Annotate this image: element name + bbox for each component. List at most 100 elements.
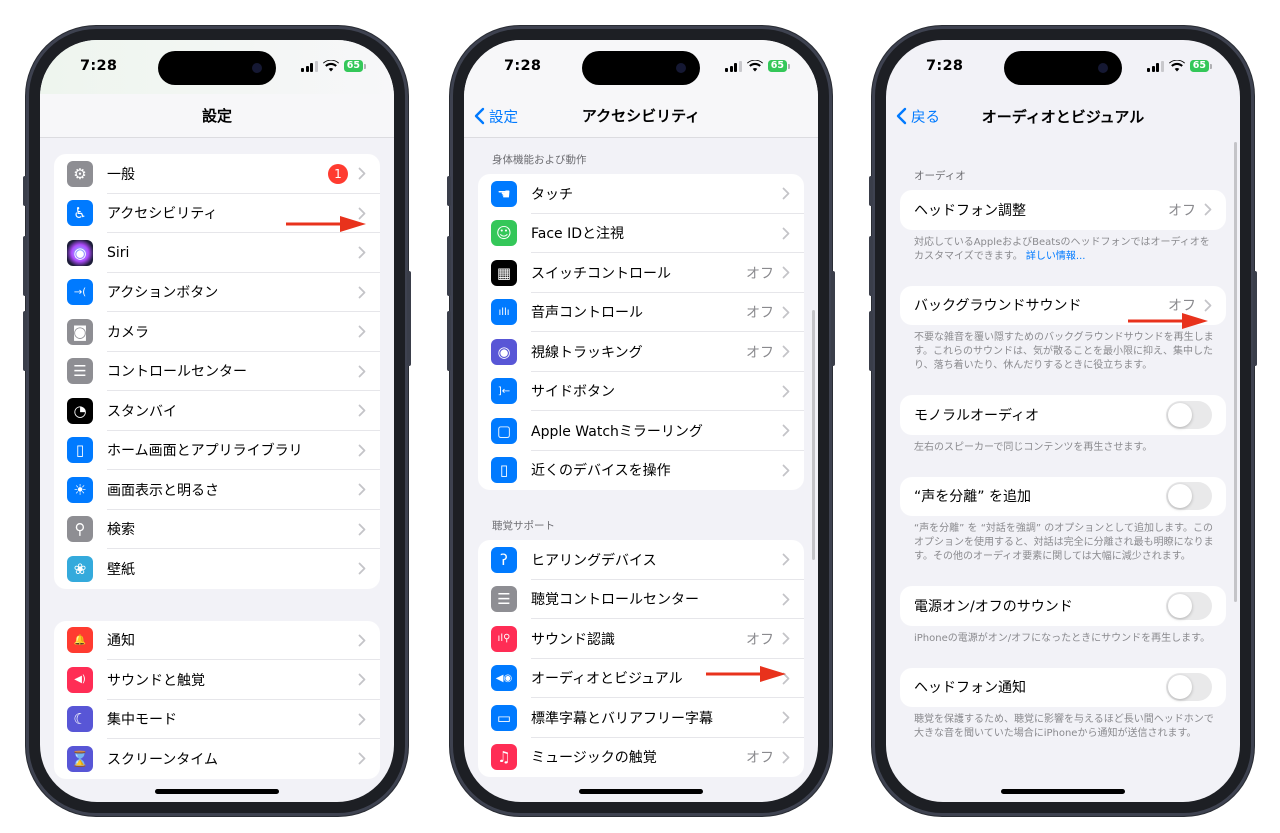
chevron-right-icon bbox=[358, 444, 366, 457]
item-label: サウンドと触覚 bbox=[107, 672, 205, 689]
list-item[interactable]: ☺ Face IDと注視 bbox=[478, 214, 804, 253]
list-item[interactable]: ◔ スタンバイ bbox=[54, 391, 380, 431]
item-label: ヒアリングデバイス bbox=[531, 552, 657, 569]
status-icons: 65 bbox=[1147, 60, 1212, 72]
list-item[interactable]: ☰ コントロールセンター bbox=[54, 352, 380, 391]
list-item[interactable]: ⌛ スクリーンタイム bbox=[54, 739, 380, 779]
status-bar: 7:28 65 bbox=[886, 40, 1240, 96]
toggle-row[interactable]: 電源オン/オフのサウンド bbox=[900, 586, 1226, 626]
list-item[interactable]: ◀) サウンドと触覚 bbox=[54, 660, 380, 700]
item-label: Face IDと注視 bbox=[531, 226, 625, 243]
item-label: ヘッドフォン調整 bbox=[914, 202, 1026, 219]
list-item[interactable]: ▯ ホーム画面とアプリライブラリ bbox=[54, 431, 380, 470]
toggle-switch[interactable] bbox=[1166, 400, 1212, 429]
back-button[interactable]: 設定 bbox=[474, 94, 518, 138]
list-item[interactable]: ◙ カメラ bbox=[54, 312, 380, 352]
item-label: スイッチコントロール bbox=[531, 265, 671, 282]
list-item[interactable]: ⚙ 一般 1 bbox=[54, 154, 380, 194]
item-label: Siri bbox=[107, 244, 130, 261]
item-label: 標準字幕とバリアフリー字幕 bbox=[531, 710, 713, 727]
toggle-row[interactable]: モノラルオーディオ bbox=[900, 395, 1226, 435]
camera-icon: ◙ bbox=[67, 318, 93, 345]
list-item[interactable]: ⚲ 検索 bbox=[54, 510, 380, 549]
chevron-right-icon bbox=[782, 711, 790, 724]
wifi-icon bbox=[1168, 60, 1185, 72]
chevron-right-icon bbox=[782, 227, 790, 240]
toggle-switch[interactable] bbox=[1166, 482, 1212, 511]
accessibility-list[interactable]: 身体機能および動作 ☚ タッチ ☺ Face IDと注視 ▦ スイッチコントロール オフ ıl… bbox=[464, 138, 818, 802]
chevron-left-icon bbox=[896, 107, 907, 125]
page-title: オーディオとビジュアル bbox=[981, 107, 1145, 126]
list-item[interactable]: →(アクションボタン bbox=[54, 273, 380, 312]
learn-more-link[interactable]: 詳しい情報... bbox=[1026, 251, 1086, 262]
list-item[interactable]: ıl⚲ サウンド認識 オフ bbox=[478, 619, 804, 659]
battery-icon: 65 bbox=[767, 60, 790, 72]
item-label: タッチ bbox=[531, 186, 573, 203]
chevron-right-icon bbox=[782, 593, 790, 606]
list-item[interactable]: ]← サイドボタン bbox=[478, 372, 804, 411]
list-item[interactable]: ☰ 聴覚コントロールセンター bbox=[478, 580, 804, 619]
toggle-switch[interactable] bbox=[1166, 673, 1212, 702]
footer-text: 左右のスピーカーで同じコンテンツを再生させます。 bbox=[886, 435, 1240, 455]
list-item[interactable]: ʔ ヒアリングデバイス bbox=[478, 540, 804, 580]
footer-text: 聴覚を保護するため、聴覚に影響を与えるほど長い間ヘッドホンで大きな音を聞いていた… bbox=[886, 707, 1240, 741]
back-label: 設定 bbox=[489, 109, 518, 126]
list-item[interactable]: ıllı 音声コントロール オフ bbox=[478, 293, 804, 332]
chevron-right-icon bbox=[358, 523, 366, 536]
footer-text: iPhoneの電源がオン/オフになったときにサウンドを再生します。 bbox=[886, 626, 1240, 646]
status-time: 7:28 bbox=[926, 58, 964, 74]
settings-list[interactable]: ⚙ 一般 1 ♿ アクセシビリティ ◉ Siri →(アクションボタン ◙ カメラ ☰ コントロールセ… bbox=[40, 138, 394, 802]
chevron-right-icon bbox=[782, 424, 790, 437]
item-label: モノラルオーディオ bbox=[914, 407, 1040, 424]
setting-card: 電源オン/オフのサウンド bbox=[900, 586, 1226, 626]
annotation-arrow bbox=[286, 216, 366, 232]
chevron-right-icon bbox=[782, 751, 790, 764]
item-label: 近くのデバイスを操作 bbox=[531, 463, 671, 480]
list-item[interactable]: ◉ 視線トラッキング オフ bbox=[478, 332, 804, 372]
list-item[interactable]: ▭ 標準字幕とバリアフリー字幕 bbox=[478, 698, 804, 738]
item-label: 聴覚コントロールセンター bbox=[531, 592, 699, 609]
touch-hand-icon: ☚ bbox=[491, 180, 517, 207]
list-item[interactable]: ❀ 壁紙 bbox=[54, 549, 380, 589]
home-indicator[interactable] bbox=[1001, 789, 1125, 794]
item-label: 画面表示と明るさ bbox=[107, 482, 219, 499]
scroll-indicator[interactable] bbox=[812, 310, 815, 560]
section-header: オーディオ bbox=[914, 170, 966, 182]
voice-control-icon: ıllı bbox=[491, 299, 517, 326]
list-item[interactable]: ♫ ミュージックの触覚 オフ bbox=[478, 738, 804, 778]
toggle-switch[interactable] bbox=[1166, 591, 1212, 620]
chevron-right-icon bbox=[782, 632, 790, 645]
list-item[interactable]: ☀ 画面表示と明るさ bbox=[54, 470, 380, 510]
scroll-indicator[interactable] bbox=[1234, 142, 1237, 602]
list-item[interactable]: ☚ タッチ bbox=[478, 174, 804, 214]
list-item[interactable]: ◉ Siri bbox=[54, 233, 380, 273]
chevron-right-icon bbox=[782, 345, 790, 358]
home-indicator[interactable] bbox=[579, 789, 703, 794]
toggle-row[interactable]: ヘッドフォン通知 bbox=[900, 668, 1226, 708]
home-indicator[interactable] bbox=[155, 789, 279, 794]
settings-group-2: 🔔 通知 ◀) サウンドと触覚 ☾ 集中モード ⌛ スクリーンタイム bbox=[54, 620, 380, 779]
item-label: ヘッドフォン通知 bbox=[914, 680, 1026, 697]
phone-accessibility: 7:28 65 設定 アクセシビリティ 身体機能および動作 ☚ タッチ ☺ Face … bbox=[447, 26, 835, 816]
list-item[interactable]: 🔔 通知 bbox=[54, 621, 380, 660]
audio-visual-list[interactable]: オーディオ ヘッドフォン調整 オフ 対応しているAppleおよびBeatsのヘッドフ… bbox=[886, 138, 1240, 802]
chevron-right-icon bbox=[358, 167, 366, 180]
item-label: コントロールセンター bbox=[107, 364, 247, 381]
setting-card: “声を分離” を追加 bbox=[900, 476, 1226, 517]
back-button[interactable]: 戻る bbox=[896, 94, 940, 138]
toggle-row[interactable]: “声を分離” を追加 bbox=[900, 477, 1226, 517]
link-row[interactable]: ヘッドフォン調整 オフ bbox=[900, 190, 1226, 230]
standby-icon: ◔ bbox=[67, 397, 93, 424]
list-item[interactable]: ▦ スイッチコントロール オフ bbox=[478, 253, 804, 293]
battery-icon: 65 bbox=[343, 60, 366, 72]
list-item[interactable]: ☾ 集中モード bbox=[54, 700, 380, 739]
annotation-arrow bbox=[1128, 313, 1208, 329]
back-label: 戻る bbox=[911, 109, 940, 126]
audio-visual-icon: ◀◉ bbox=[491, 665, 517, 692]
chevron-right-icon bbox=[782, 385, 790, 398]
nearby-device-icon: ▯ bbox=[491, 457, 517, 484]
footer-description: 聴覚を保護するため、聴覚に影響を与えるほど長い間ヘッドホンで大きな音を聞いていた… bbox=[914, 714, 1214, 739]
list-item[interactable]: ▢ Apple Watchミラーリング bbox=[478, 411, 804, 451]
list-item[interactable]: ▯ 近くのデバイスを操作 bbox=[478, 451, 804, 491]
focus-moon-icon: ☾ bbox=[67, 706, 93, 733]
